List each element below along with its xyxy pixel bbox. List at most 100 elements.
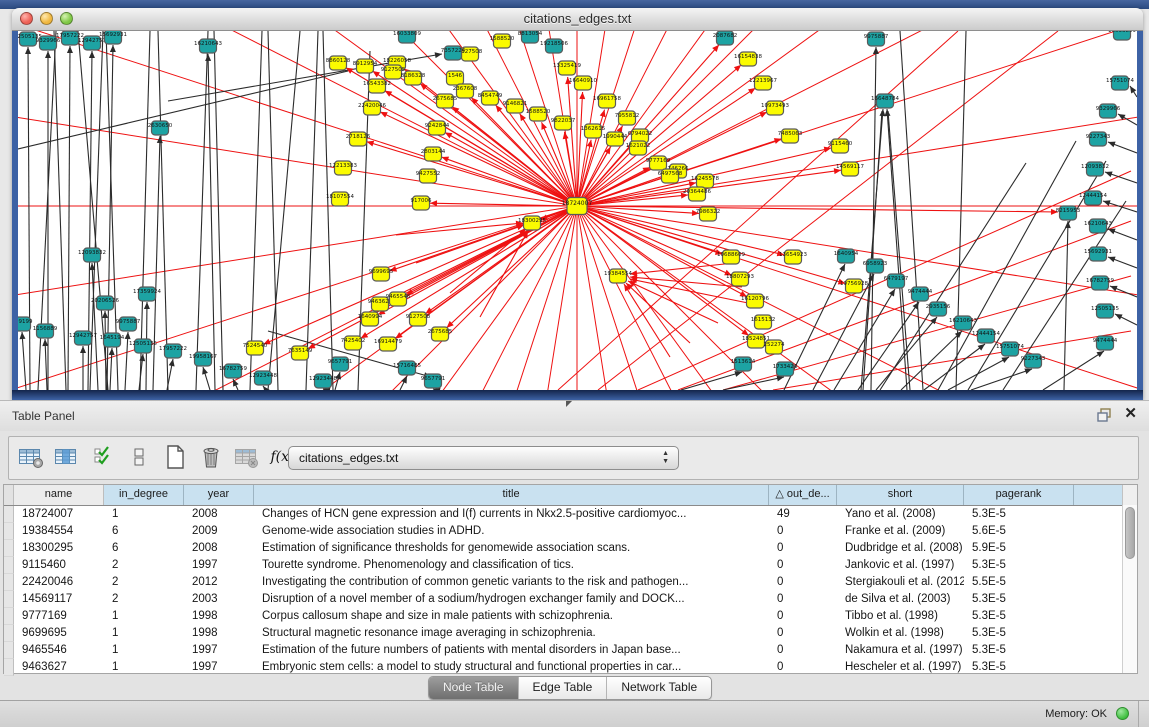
column-header-short[interactable]: short [837, 485, 964, 505]
network-node[interactable]: 15751074 [1106, 76, 1134, 90]
network-node[interactable]: 13654923 [779, 250, 807, 264]
network-node[interactable]: 917006 [411, 196, 432, 210]
network-node[interactable]: 19756928 [840, 279, 868, 293]
table-row[interactable]: 1872400712008Changes of HCN gene express… [4, 506, 1137, 523]
splitter-handle-icon[interactable]: ◤ [566, 399, 572, 408]
table-row[interactable]: 1830029562008Estimation of significance … [4, 540, 1137, 557]
network-node[interactable]: 7524540 [243, 341, 268, 355]
network-canvas[interactable]: 8860128891295418226058912750581863281654… [18, 31, 1137, 390]
network-node[interactable]: 12444154 [972, 329, 1000, 343]
network-node[interactable]: 1156889 [33, 324, 58, 338]
network-node[interactable]: 1733426 [773, 362, 798, 376]
row-height-button[interactable] [125, 444, 152, 470]
network-node[interactable]: 1615132 [751, 315, 776, 329]
network-node[interactable]: 9227343 [1086, 132, 1111, 146]
column-header-pagerank[interactable]: pagerank [964, 485, 1074, 505]
network-window-titlebar[interactable]: citations_edges.txt [12, 8, 1143, 31]
network-node[interactable]: 9227343 [1021, 354, 1046, 368]
table-mode-button[interactable] [17, 444, 44, 470]
table-select-dropdown[interactable]: citations_edges.txt ▲▼ [288, 446, 679, 470]
table-row[interactable]: 911546021997Tourette syndrome. Phenomeno… [4, 557, 1137, 574]
network-node[interactable]: 9474444 [908, 287, 933, 301]
network-node[interactable]: 16782759 [1086, 276, 1114, 290]
network-node[interactable]: 9329966 [1096, 104, 1121, 118]
network-node[interactable]: 2935156 [926, 302, 951, 316]
network-node[interactable]: 2630650 [148, 121, 173, 135]
table-row[interactable]: 1456911722003Disruption of a novel membe… [4, 591, 1137, 608]
network-node[interactable]: 6958923 [863, 259, 888, 273]
column-header-rowhdr[interactable] [4, 485, 14, 505]
network-node[interactable]: 7955812 [615, 111, 640, 125]
network-node[interactable]: 17957222 [159, 344, 187, 358]
network-node[interactable]: 16210643 [1084, 219, 1112, 233]
network-node[interactable]: 8813054 [518, 31, 543, 43]
column-header-in_degree[interactable]: in_degree [104, 485, 184, 505]
select-rows-button[interactable] [89, 444, 116, 470]
network-node[interactable]: 6479197 [884, 274, 909, 288]
network-node[interactable]: 9127508 [406, 312, 431, 326]
network-node[interactable]: 19958167 [189, 352, 217, 366]
table-row[interactable]: 2242004622012Investigating the contribut… [4, 574, 1137, 591]
network-node[interactable]: 16640910 [569, 76, 597, 90]
network-node[interactable]: 1640954 [834, 249, 859, 263]
network-node[interactable]: 16154838 [734, 52, 762, 66]
network-node[interactable]: 12093832 [1081, 162, 1109, 176]
network-node[interactable]: 9975887 [864, 32, 889, 46]
network-node[interactable]: 8912954 [353, 59, 378, 73]
network-node[interactable]: 12505135 [129, 339, 157, 353]
close-panel-icon[interactable]: ✕ [1124, 406, 1137, 422]
network-node[interactable]: 16033809 [1108, 31, 1136, 40]
table-row[interactable]: 1938455462009Genome-wide association stu… [4, 523, 1137, 540]
network-node[interactable]: 9822037 [551, 116, 576, 130]
table-row[interactable]: 946362711997Embryonic stem cells: a mode… [4, 659, 1137, 676]
network-node[interactable]: 9474444 [1093, 336, 1118, 350]
network-node[interactable]: 12942757 [69, 331, 97, 345]
network-node[interactable]: 1990444 [603, 132, 628, 146]
column-header-year[interactable]: year [184, 485, 254, 505]
network-node[interactable]: 9657791 [421, 374, 446, 388]
network-node[interactable]: 1588520 [526, 107, 551, 121]
network-node[interactable]: 17359924 [133, 287, 161, 301]
network-node[interactable]: 14569117 [836, 162, 864, 176]
vertical-scrollbar[interactable] [1122, 505, 1137, 673]
network-node[interactable]: 19218506 [540, 39, 568, 53]
float-panel-icon[interactable] [1097, 408, 1113, 422]
network-node[interactable]: 252274 [764, 340, 785, 354]
network-node[interactable]: 16120796 [741, 294, 769, 308]
network-node[interactable]: 12213383 [329, 161, 357, 175]
network-node[interactable]: 16914479 [374, 337, 402, 351]
network-node[interactable]: 1588520 [490, 34, 515, 48]
network-node[interactable]: 16033809 [393, 31, 421, 43]
delete-columns-button[interactable] [197, 444, 224, 470]
column-header-title[interactable]: title [254, 485, 769, 505]
column-header-out_degree[interactable]: △ out_de... [769, 485, 837, 505]
network-node[interactable]: 12923448 [249, 371, 277, 385]
network-node[interactable]: 12213967 [749, 76, 777, 90]
network-node[interactable]: 9657791 [328, 357, 353, 371]
network-node[interactable]: 16961758 [593, 94, 621, 108]
tab-edge-table[interactable]: Edge Table [519, 677, 608, 699]
network-node[interactable]: 1546 [447, 71, 464, 85]
network-node[interactable]: 2803144 [421, 147, 446, 161]
table-row[interactable]: 969969511998Structural magnetic resonanc… [4, 625, 1137, 642]
network-node[interactable]: 2675685 [433, 94, 458, 108]
table-row[interactable]: 977716911998Corpus callosum shape and si… [4, 608, 1137, 625]
network-node[interactable]: 9427552 [416, 169, 441, 183]
column-header-name[interactable]: name [14, 485, 104, 505]
network-node[interactable]: 9975887 [116, 317, 141, 331]
network-node[interactable]: 12444154 [1079, 191, 1107, 205]
table-row[interactable]: 946554611997Estimation of the future num… [4, 642, 1137, 659]
network-node[interactable]: 1513614 [731, 357, 756, 371]
network-node[interactable]: 15751074 [996, 342, 1024, 356]
show-columns-button[interactable] [53, 444, 80, 470]
tab-network-table[interactable]: Network Table [607, 677, 711, 699]
network-node[interactable]: 1640994 [358, 312, 383, 326]
network-node[interactable]: 6497568 [658, 169, 683, 183]
network-node[interactable]: 16543382 [363, 79, 391, 93]
scrollbar-thumb[interactable] [1125, 507, 1135, 559]
create-column-button[interactable] [161, 444, 188, 470]
network-node[interactable]: 7635149 [288, 346, 313, 360]
network-node[interactable]: 7425402 [341, 336, 366, 350]
network-node[interactable]: 16245578 [691, 174, 719, 188]
network-node[interactable]: 20364486 [683, 187, 711, 201]
